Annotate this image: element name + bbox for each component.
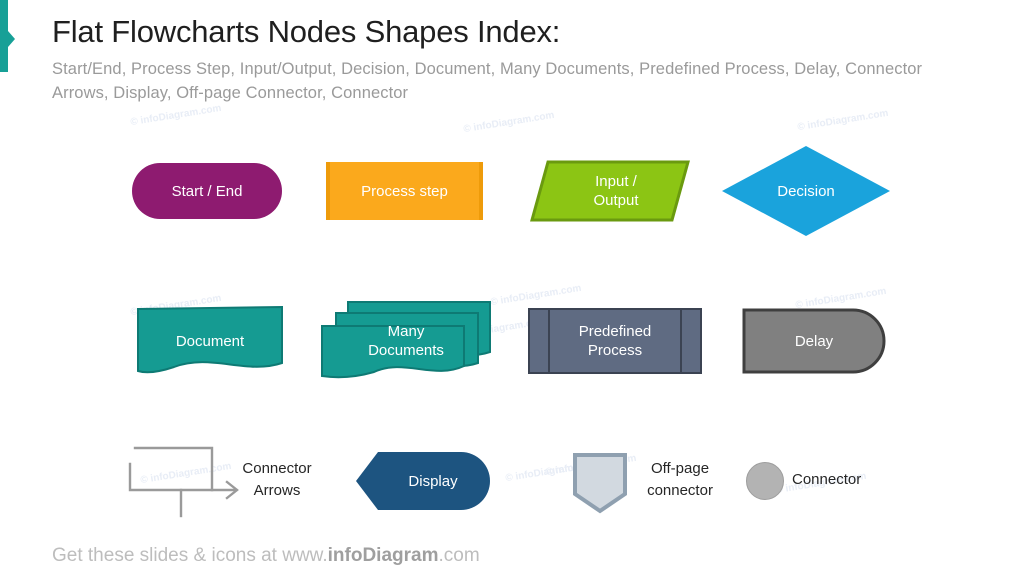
shape-predefined-process[interactable]: Predefined Process (528, 308, 702, 374)
shape-input-output[interactable]: Input / Output (530, 160, 690, 222)
watermark-2: © infoDiagram.com (796, 107, 890, 134)
shape-decision[interactable]: Decision (722, 146, 890, 236)
shape-start-end-label: Start / End (171, 182, 243, 200)
shape-predefined-process-label: Predefined Process (530, 310, 700, 372)
watermark-4: © infoDiagram.com (489, 282, 583, 309)
document-wave-icon (137, 305, 283, 374)
watermark-1: © infoDiagram.com (462, 109, 556, 136)
process-step-right-edge (479, 162, 483, 220)
predefined-process-left-bar (548, 310, 550, 372)
shape-process-step[interactable]: Process step (326, 162, 483, 220)
shape-connector-label: Connector (792, 471, 862, 488)
shape-connector-circle[interactable] (746, 462, 784, 500)
connector-arrows-label-line1: Connector (242, 460, 312, 477)
display-shape-icon (356, 452, 490, 510)
page-title: Flat Flowcharts Nodes Shapes Index: (52, 14, 561, 49)
footer-brand: infoDiagram (327, 545, 439, 566)
decision-diamond-icon (722, 146, 890, 236)
header: Flat Flowcharts Nodes Shapes Index: Star… (52, 12, 994, 105)
footer-suffix: .com (438, 545, 480, 566)
shape-delay[interactable]: Delay (742, 308, 886, 374)
many-documents-stack-icon (321, 301, 491, 379)
shape-display[interactable]: Display (356, 452, 490, 510)
predefined-process-label-line1: Predefined (578, 323, 652, 340)
process-step-left-edge (326, 162, 330, 220)
watermark-0: © infoDiagram.com (129, 102, 223, 129)
predefined-process-right-bar (680, 310, 682, 372)
offpage-connector-label-line1: Off-page (650, 460, 710, 477)
offpage-connector-label-line2: connector (647, 482, 713, 499)
accent-bar-notch-icon (8, 31, 15, 47)
slide-canvas: Flat Flowcharts Nodes Shapes Index: Star… (0, 0, 1024, 576)
shape-many-documents[interactable]: Many Documents (320, 300, 492, 382)
footer-prefix: Get these slides & icons at www. (52, 545, 328, 566)
predefined-process-label-line2: Process (587, 342, 643, 359)
delay-rounded-right-icon (742, 308, 886, 374)
footer: Get these slides & icons at www.infoDiag… (52, 545, 480, 567)
offpage-connector-pentagon-icon (573, 453, 627, 514)
shape-process-step-label: Process step (361, 182, 448, 200)
shape-document[interactable]: Document (136, 305, 284, 377)
accent-bar (0, 0, 8, 72)
connector-arrows-label-line2: Arrows (253, 482, 301, 499)
page-subtitle: Start/End, Process Step, Input/Output, D… (52, 60, 923, 102)
shape-connector-arrows-label: Connector Arrows (222, 458, 332, 502)
input-output-parallelogram-icon (530, 160, 690, 222)
shape-offpage-connector-label: Off-page connector (632, 458, 728, 502)
shape-offpage-connector[interactable] (572, 452, 628, 514)
shape-start-end[interactable]: Start / End (132, 163, 282, 219)
